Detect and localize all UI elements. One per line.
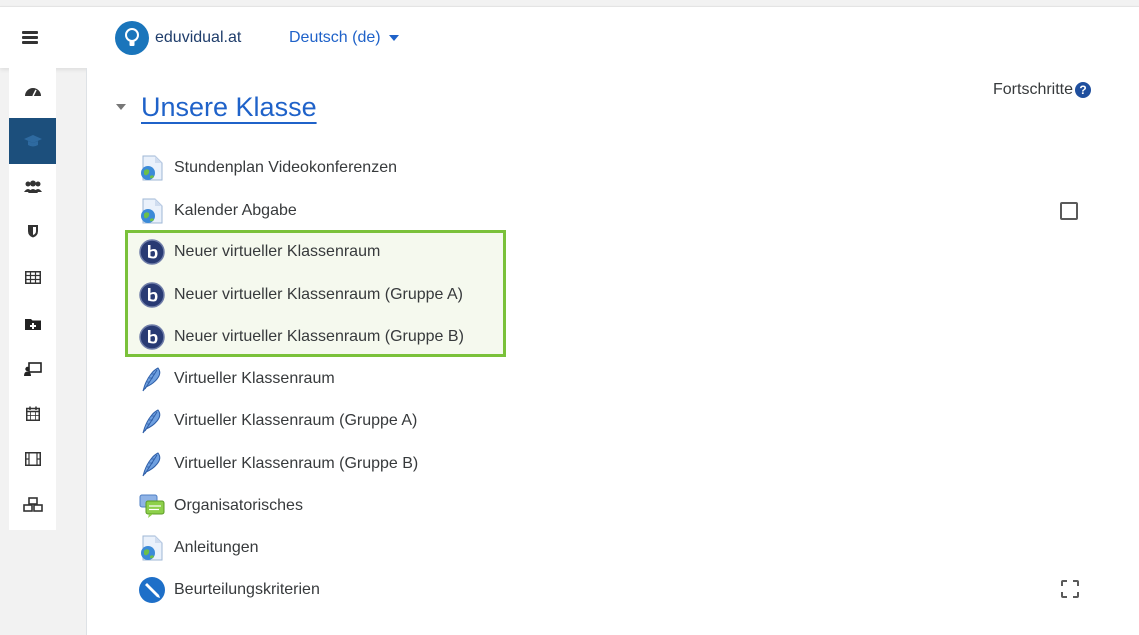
drawer-item-dashboard[interactable] xyxy=(9,68,56,114)
cubes-icon xyxy=(22,497,43,512)
feather-icon xyxy=(138,450,166,478)
forum-icon xyxy=(138,492,166,520)
completion-checkbox-manual[interactable] xyxy=(1060,202,1078,220)
activity-label: Neuer virtueller Klassenraum (Gruppe B) xyxy=(174,328,464,345)
users-icon xyxy=(23,180,42,193)
activity-organisatorisches[interactable]: Organisatorisches xyxy=(138,491,303,521)
language-menu[interactable]: Deutsch (de) xyxy=(289,29,399,47)
lightbulb-icon xyxy=(115,21,149,55)
caret-down-icon xyxy=(388,35,399,41)
activity-beurteilungskriterien[interactable]: Beurteilungskriterien xyxy=(138,575,320,605)
drawer-item-files[interactable] xyxy=(9,300,56,346)
feather-icon xyxy=(138,407,166,435)
url-globe-icon xyxy=(138,197,166,225)
activity-label: Virtueller Klassenraum (Gruppe B) xyxy=(174,455,419,472)
activity-label: Neuer virtueller Klassenraum xyxy=(174,243,381,260)
activity-label: Beurteilungskriterien xyxy=(174,581,320,598)
drawer-item-media[interactable] xyxy=(9,436,56,482)
help-icon[interactable]: ? xyxy=(1075,82,1092,98)
feather-icon xyxy=(138,365,166,393)
activity-virtueller-klassenraum-gruppe-b[interactable]: Virtueller Klassenraum (Gruppe B) xyxy=(138,449,418,479)
activity-label: Virtueller Klassenraum xyxy=(174,370,335,387)
folder-plus-icon xyxy=(24,318,41,330)
activity-neuer-virtueller-klassenraum-gruppe-a[interactable]: Neuer virtueller Klassenraum (Gruppe A) xyxy=(138,280,463,310)
url-globe-icon xyxy=(138,154,166,182)
bigbluebutton-icon xyxy=(138,323,166,351)
site-logo-link[interactable]: eduvidual.at xyxy=(115,21,241,55)
activity-label: Neuer virtueller Klassenraum (Gruppe A) xyxy=(174,286,464,303)
url-globe-icon xyxy=(138,534,166,562)
calendar-icon xyxy=(25,406,40,421)
activity-kalender-abgabe[interactable]: Kalender Abgabe xyxy=(138,196,297,226)
drawer-item-teacher[interactable] xyxy=(9,346,56,392)
activity-neuer-virtueller-klassenraum-gruppe-b[interactable]: Neuer virtueller Klassenraum (Gruppe B) xyxy=(138,322,464,352)
activity-virtueller-klassenraum-gruppe-a[interactable]: Virtueller Klassenraum (Gruppe A) xyxy=(138,406,417,436)
top-navbar: eduvidual.at Deutsch (de) xyxy=(0,6,1139,68)
menu-icon[interactable] xyxy=(22,31,38,44)
collapse-caret-icon[interactable] xyxy=(116,104,126,110)
drawer-item-apps[interactable] xyxy=(9,482,56,528)
activity-virtueller-klassenraum[interactable]: Virtueller Klassenraum xyxy=(138,364,335,394)
language-label: Deutsch (de) xyxy=(289,29,381,46)
activity-label: Organisatorisches xyxy=(174,497,303,514)
progress-header: Fortschritte ? xyxy=(993,81,1092,99)
activity-neuer-virtueller-klassenraum[interactable]: Neuer virtueller Klassenraum xyxy=(138,237,380,267)
graduation-cap-icon xyxy=(23,135,42,147)
table-icon xyxy=(24,270,41,284)
section-title[interactable]: Unsere Klasse xyxy=(141,92,317,123)
film-icon xyxy=(24,452,41,466)
activity-anleitungen[interactable]: Anleitungen xyxy=(138,533,259,563)
completion-checkbox-automatic[interactable] xyxy=(1061,580,1079,598)
drawer-item-calendar[interactable] xyxy=(9,390,56,436)
bigbluebutton-icon xyxy=(138,281,166,309)
drawer-item-courses[interactable] xyxy=(9,118,56,164)
bigbluebutton-icon xyxy=(138,238,166,266)
shield-icon xyxy=(27,225,38,238)
activity-label: Virtueller Klassenraum (Gruppe A) xyxy=(174,412,418,429)
presentation-icon xyxy=(23,362,42,376)
activity-label: Anleitungen xyxy=(174,539,259,556)
assignment-pen-icon xyxy=(138,576,166,604)
progress-label: Fortschritte xyxy=(993,81,1074,98)
drawer-item-participants[interactable] xyxy=(9,164,56,210)
nav-drawer xyxy=(9,68,56,530)
activity-stundenplan-videokonferenzen[interactable]: Stundenplan Videokonferenzen xyxy=(138,153,397,183)
drawer-item-grades[interactable] xyxy=(9,254,56,300)
drawer-item-badges[interactable] xyxy=(9,208,56,254)
activity-label: Stundenplan Videokonferenzen xyxy=(174,159,397,176)
activity-label: Kalender Abgabe xyxy=(174,202,297,219)
dashboard-icon xyxy=(24,88,41,97)
brand-name: eduvidual.at xyxy=(155,29,242,46)
